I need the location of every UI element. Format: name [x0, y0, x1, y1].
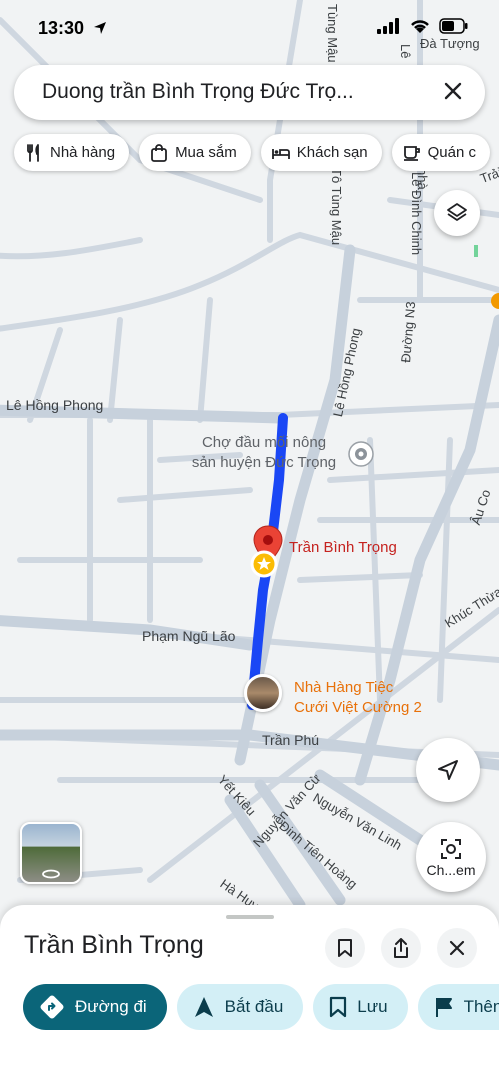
save-icon-button[interactable]: [325, 928, 365, 968]
battery-icon: [439, 18, 468, 34]
poi-market-line2: sản huyện Đức Trọng: [191, 454, 337, 471]
poi-market-label[interactable]: Chợ đầu mối nông sản huyện Đức Trọng: [184, 433, 344, 473]
status-icons: [377, 18, 469, 34]
search-query-text[interactable]: Duong trần Bình Trọng Đức Trọ...: [42, 80, 354, 104]
place-bottom-sheet[interactable]: Trần Bình Trọng Đường đi Bắt đầu Lưu Thê…: [0, 905, 499, 1080]
signal-icon: [377, 18, 399, 34]
hotel-bed-icon: [271, 148, 290, 159]
restaurant-line1: Nhà Hàng Tiệc: [294, 679, 394, 696]
street-label: Lê Hồng Phong: [6, 397, 104, 413]
street-view-rotate-icon: [22, 866, 80, 882]
chip-coffee[interactable]: Quán c: [391, 134, 491, 171]
layers-button[interactable]: [434, 190, 480, 236]
directions-icon: [40, 995, 64, 1019]
chat-explore-label: Ch...em: [426, 862, 476, 878]
chip-label: Mua sắm: [175, 144, 237, 161]
action-label: Đường đi: [75, 997, 147, 1016]
navigation-arrow-icon: [194, 997, 213, 1017]
start-button[interactable]: Bắt đầu: [176, 984, 304, 1030]
chip-restaurants[interactable]: Nhà hàng: [14, 134, 130, 171]
search-bar[interactable]: Duong trần Bình Trọng Đức Trọ...: [14, 65, 485, 120]
street-label: Tô Tùng Mậu: [329, 168, 344, 246]
status-time: 13:30: [38, 18, 85, 38]
action-buttons: Đường đi Bắt đầu Lưu Thên: [23, 984, 499, 1030]
pin-label[interactable]: Trần Bình Trọng: [289, 539, 397, 556]
chip-shopping[interactable]: Mua sắm: [139, 134, 251, 171]
location-arrow-icon: [94, 22, 106, 34]
layers-icon: [447, 203, 467, 221]
street-label: Trần Phú: [262, 732, 320, 748]
chip-hotels[interactable]: Khách sạn: [260, 134, 382, 171]
action-label: Lưu: [357, 997, 388, 1016]
chat-explore-button[interactable]: Ch...em: [416, 822, 486, 892]
restaurant-label[interactable]: Nhà Hàng Tiệc Cưới Việt Cường 2: [294, 678, 422, 718]
lens-icon: [441, 839, 461, 859]
flag-icon: [435, 998, 452, 1017]
directions-button[interactable]: Đường đi: [23, 984, 167, 1030]
chip-label: Khách sạn: [296, 144, 368, 161]
market-pin-icon[interactable]: [348, 441, 374, 467]
poi-market-line1: Chợ đầu mối nông: [201, 434, 327, 451]
category-chips: Nhà hàng Mua sắm Khách sạn Quán c: [14, 134, 491, 171]
street-label: nhà: [415, 168, 430, 190]
street-label: Phạm Ngũ Lão: [142, 628, 236, 644]
chip-label: Quán c: [427, 144, 477, 161]
close-icon[interactable]: [441, 79, 465, 103]
share-icon: [394, 938, 408, 958]
status-bar: 13:30: [0, 0, 499, 58]
street-view-thumbnail[interactable]: [20, 822, 82, 884]
action-label: Thên: [463, 997, 499, 1016]
action-label: Bắt đầu: [224, 997, 284, 1016]
orange-poi-icon[interactable]: [490, 292, 499, 310]
place-title: Trần Bình Trọng: [24, 931, 204, 959]
restaurant-line2: Cưới Việt Cường 2: [294, 699, 422, 716]
wifi-icon: [411, 20, 429, 33]
close-sheet-button[interactable]: [437, 928, 477, 968]
restaurant-thumbnail[interactable]: [244, 674, 282, 712]
share-button[interactable]: [381, 928, 421, 968]
navigation-arrow-icon: [438, 760, 458, 780]
add-label-button[interactable]: Thên: [417, 984, 499, 1030]
shopping-bag-icon: [151, 143, 167, 162]
bookmark-icon: [338, 939, 352, 957]
close-icon: [449, 940, 465, 956]
restaurant-icon: [27, 143, 39, 162]
bookmark-icon: [330, 996, 347, 1018]
chip-label: Nhà hàng: [50, 144, 116, 161]
my-location-button[interactable]: [416, 738, 480, 802]
star-marker-icon: [250, 550, 278, 578]
coffee-icon: [403, 145, 420, 161]
save-button[interactable]: Lưu: [313, 984, 408, 1030]
sheet-drag-handle[interactable]: [226, 915, 274, 919]
